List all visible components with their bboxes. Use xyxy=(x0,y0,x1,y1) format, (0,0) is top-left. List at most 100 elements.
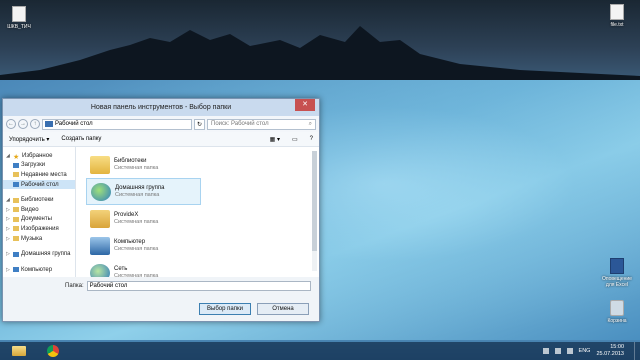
help-icon[interactable]: ? xyxy=(310,136,313,142)
forward-button[interactable]: → xyxy=(18,119,28,129)
recycle-bin-icon xyxy=(610,300,624,316)
list-item[interactable]: Библиотеки Системная папка xyxy=(86,151,201,178)
file-type: Системная папка xyxy=(114,219,159,225)
nav-item-label: Документы xyxy=(21,216,52,223)
nav-item-label: Рабочий стол xyxy=(21,181,59,188)
preview-pane-icon[interactable]: ▭ xyxy=(292,136,298,143)
nav-item-label: Изображения xyxy=(21,225,59,232)
volume-icon[interactable] xyxy=(566,347,573,354)
taskbar-chrome-button[interactable] xyxy=(44,344,62,358)
desktop-icon-recycle-bin[interactable]: Корзина xyxy=(602,300,632,324)
list-item[interactable]: ProvideX Системная папка xyxy=(86,205,201,232)
homegroup-icon xyxy=(91,182,111,201)
file-name: Компьютер xyxy=(114,239,146,245)
clock[interactable]: 15:00 25.07.2013 xyxy=(596,344,624,357)
file-name: ProvideX xyxy=(114,212,139,218)
collapse-arrow-icon[interactable]: ▷ xyxy=(6,236,11,242)
folder-input[interactable]: Рабочий стол xyxy=(86,281,311,291)
nav-item-recent[interactable]: Недавние места xyxy=(3,170,75,180)
nav-item-homegroup[interactable]: ▷ Домашняя группа xyxy=(3,249,75,259)
view-options-icon[interactable]: ▦ ▾ xyxy=(270,136,280,143)
dialog-footer: Папка: Рабочий стол Выбор папки Отмена xyxy=(3,277,319,321)
nav-item-downloads[interactable]: Загрузки xyxy=(3,161,75,171)
search-input[interactable]: Поиск: Рабочий стол ⌕ xyxy=(207,118,316,130)
video-folder-icon xyxy=(13,207,19,213)
close-button[interactable]: ✕ xyxy=(295,99,315,111)
collapse-arrow-icon[interactable]: ▷ xyxy=(6,226,11,232)
nav-item-label: Домашняя группа xyxy=(21,251,71,258)
file-name: Библиотеки xyxy=(114,158,147,164)
libraries-folder-icon xyxy=(90,155,110,174)
desktop-icon-label: Корзина xyxy=(607,318,627,324)
computer-icon xyxy=(90,236,110,255)
word-document-icon xyxy=(610,258,624,274)
desktop-icon-label: ШКВ_ТИЧ xyxy=(7,24,31,30)
up-button[interactable]: ↑ xyxy=(30,119,40,129)
desktop-icon-file1[interactable]: ШКВ_ТИЧ xyxy=(4,6,34,30)
folder-picker-dialog: Новая панель инструментов - Выбор папки … xyxy=(2,98,320,322)
navigation-pane: ◢ ★ Избранное Загрузки Недавние места Ра… xyxy=(3,147,76,277)
desktop-folder-icon xyxy=(45,121,53,127)
star-icon: ★ xyxy=(13,154,20,162)
new-folder-button[interactable]: Создать папку xyxy=(61,136,101,142)
dialog-toolbar: Упорядочить ▾ Создать папку ▦ ▾ ▭ ? xyxy=(3,132,319,147)
address-text: Рабочий стол xyxy=(55,121,93,127)
search-icon: ⌕ xyxy=(308,120,312,127)
documents-folder-icon xyxy=(13,216,19,222)
nav-item-documents[interactable]: ▷ Документы xyxy=(3,215,75,225)
clock-date: 25.07.2013 xyxy=(596,350,624,357)
downloads-folder-icon xyxy=(13,162,19,168)
chrome-icon xyxy=(47,345,59,357)
libraries-icon xyxy=(13,197,19,203)
desktop-icon-word[interactable]: Оповещение для Excel xyxy=(602,258,632,288)
address-bar: ← → ↑ Рабочий стол ↻ Поиск: Рабочий стол… xyxy=(3,116,319,132)
collapse-arrow-icon[interactable]: ▷ xyxy=(6,251,11,257)
taskbar-explorer-button[interactable] xyxy=(10,344,28,358)
list-item[interactable]: Компьютер Системная папка xyxy=(86,232,201,259)
nav-item-pictures[interactable]: ▷ Изображения xyxy=(3,224,75,234)
collapse-arrow-icon[interactable]: ▷ xyxy=(6,267,11,273)
document-icon xyxy=(12,6,26,22)
collapse-arrow-icon[interactable]: ▷ xyxy=(6,216,11,222)
dialog-title: Новая панель инструментов - Выбор папки xyxy=(90,104,232,111)
expand-arrow-icon[interactable]: ◢ xyxy=(6,197,11,203)
nav-item-favorites[interactable]: ◢ ★ Избранное xyxy=(3,151,75,162)
nav-item-libraries[interactable]: ◢ Библиотеки xyxy=(3,195,75,205)
taskbar: ENG 15:00 25.07.2013 xyxy=(0,342,640,360)
arrow-right-icon: → xyxy=(20,121,26,127)
nav-item-desktop[interactable]: Рабочий стол xyxy=(3,179,75,190)
cancel-button[interactable]: Отмена xyxy=(257,303,309,315)
refresh-button[interactable]: ↻ xyxy=(194,118,205,130)
notification-icon[interactable] xyxy=(542,347,549,354)
expand-arrow-icon[interactable]: ◢ xyxy=(6,153,11,159)
collapse-arrow-icon[interactable]: ▷ xyxy=(6,207,11,213)
pictures-folder-icon xyxy=(13,226,19,232)
nav-item-label: Музыка xyxy=(21,235,43,242)
system-tray: ENG 15:00 25.07.2013 xyxy=(542,344,624,357)
desktop-icon-label: Оповещение для Excel xyxy=(602,276,632,288)
user-folder-icon xyxy=(90,209,110,228)
recent-places-icon xyxy=(13,172,19,178)
nav-item-computer[interactable]: ▷ Компьютер xyxy=(3,265,75,275)
desktop-icon-file2[interactable]: file.txt xyxy=(602,4,632,28)
nav-item-video[interactable]: ▷ Видео xyxy=(3,205,75,215)
language-indicator[interactable]: ENG xyxy=(579,348,591,354)
refresh-icon: ↻ xyxy=(196,121,203,128)
network-tray-icon[interactable] xyxy=(554,347,561,354)
nav-item-music[interactable]: ▷ Музыка xyxy=(3,234,75,244)
document-icon xyxy=(610,4,624,20)
address-field[interactable]: Рабочий стол xyxy=(42,118,192,130)
back-button[interactable]: ← xyxy=(6,119,16,129)
scrollbar-thumb[interactable] xyxy=(312,151,317,251)
dialog-titlebar[interactable]: Новая панель инструментов - Выбор папки … xyxy=(3,99,319,116)
desktop-folder-icon xyxy=(13,182,19,188)
show-desktop-button[interactable] xyxy=(634,342,640,360)
file-type: Системная папка xyxy=(114,165,159,171)
nav-item-label: Компьютер xyxy=(21,266,53,273)
desktop-icon-label: file.txt xyxy=(610,22,624,28)
select-folder-button[interactable]: Выбор папки xyxy=(199,303,251,315)
file-type: Системная папка xyxy=(114,246,159,252)
vertical-scrollbar[interactable] xyxy=(312,151,317,271)
organize-button[interactable]: Упорядочить ▾ xyxy=(9,136,49,143)
list-item[interactable]: Домашняя группа Системная папка xyxy=(86,178,201,205)
